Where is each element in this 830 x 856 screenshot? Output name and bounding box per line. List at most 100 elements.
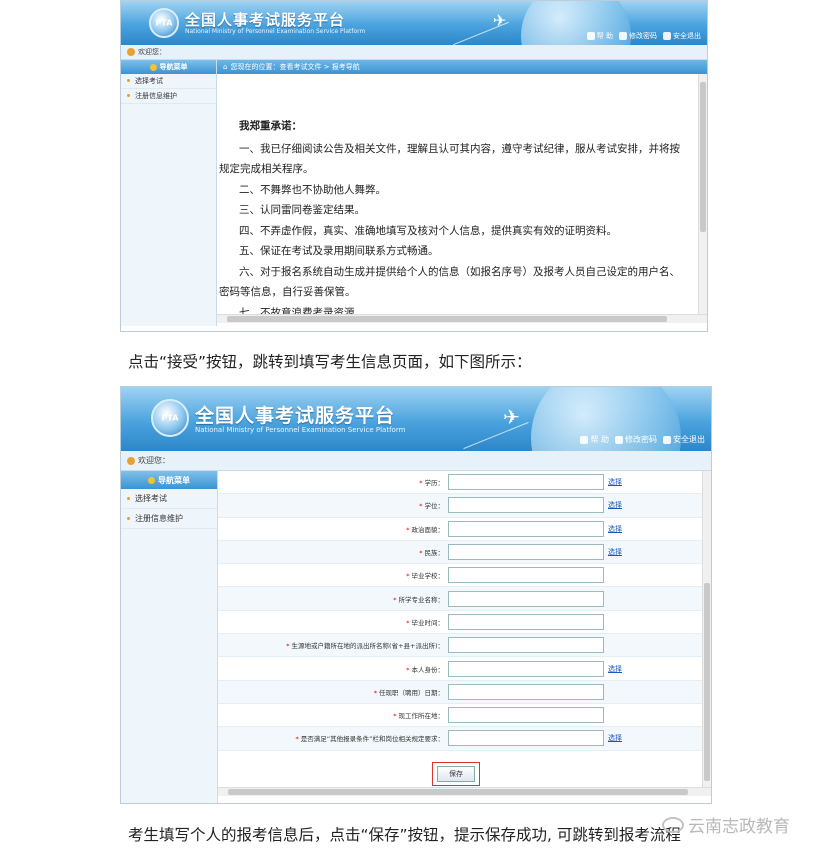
sidebar-item-select-exam[interactable]: 选择考试 xyxy=(121,74,216,89)
form-row: * 本人身份： 选择 xyxy=(218,657,711,681)
site-title: 全国人事考试服务平台 xyxy=(185,11,346,29)
sidebar-item-select-exam[interactable]: 选择考试 xyxy=(121,489,217,509)
site-subtitle: National Ministry of Personnel Examinati… xyxy=(195,426,406,434)
field-input[interactable] xyxy=(448,544,604,561)
select-link[interactable]: 选择 xyxy=(608,664,622,674)
field-input[interactable] xyxy=(448,637,604,654)
home-icon: ⌂ xyxy=(223,63,228,71)
caption-step: 考生填写个人的报考信息后，点击“保存”按钮，提示保存成功, 可跳转到报考流程 xyxy=(128,826,681,844)
required-mark: * xyxy=(286,642,290,651)
help-link[interactable]: 帮 助 xyxy=(586,31,613,41)
select-link[interactable]: 选择 xyxy=(608,547,622,557)
required-mark: * xyxy=(393,712,397,721)
field-label: * 是否满足“其他报录条件”栏和岗位相关规定要求： xyxy=(295,735,445,744)
field-label: * 所学专业名称： xyxy=(393,595,444,604)
required-mark: * xyxy=(406,525,410,534)
required-mark: * xyxy=(406,572,410,581)
user-icon xyxy=(127,456,135,465)
select-link[interactable]: 选择 xyxy=(608,477,622,487)
pledge-paragraph: 一、我已仔细阅读公告及相关文件，理解且认可其内容，遵守考试纪律，服从考试安排，并… xyxy=(219,142,680,176)
airplane-icon: ✈ xyxy=(503,405,520,429)
pledge-document: 我郑重承诺： 一、我已仔细阅读公告及相关文件，理解且认可其内容，遵守考试纪律，服… xyxy=(217,74,707,314)
sidebar-item-registration-info[interactable]: 注册信息维护 xyxy=(121,89,216,104)
field-input[interactable] xyxy=(448,520,604,537)
horizontal-scrollbar[interactable] xyxy=(217,314,707,323)
logout-link[interactable]: 安全退出 xyxy=(663,434,705,445)
pledge-paragraph: 二、不舞弊也不协助他人舞弊。 xyxy=(239,183,386,196)
top-nav: 帮 助 修改密码 安全退出 xyxy=(580,434,705,445)
top-nav: 帮 助 修改密码 安全退出 xyxy=(586,31,701,41)
vertical-scrollbar[interactable] xyxy=(698,74,707,314)
screenshot-candidate-form: ✈ PTA 全国人事考试服务平台 National Ministry of Pe… xyxy=(120,386,712,804)
field-label: * 毕业时间： xyxy=(406,618,444,627)
required-mark: * xyxy=(406,665,410,674)
vertical-scrollbar[interactable] xyxy=(702,471,711,787)
site-title: 全国人事考试服务平台 xyxy=(195,405,396,427)
airplane-icon: ✈ xyxy=(493,11,507,30)
field-label: * 学历： xyxy=(419,479,444,488)
required-mark: * xyxy=(373,688,377,697)
field-label: * 学位： xyxy=(419,502,444,511)
field-input[interactable] xyxy=(448,590,604,607)
form-row: * 生源地或户籍所在地的派出所名称(省+县+派出所)： xyxy=(218,634,711,658)
help-link[interactable]: 帮 助 xyxy=(580,434,609,445)
form-row: * 政治面貌： 选择 xyxy=(218,518,711,541)
form-row: * 毕业学校： xyxy=(218,564,711,588)
candidate-info-form: * 学历： 选择 * 学位： 选择 * 政治面貌： 选择 * 民族： 选择 * 毕业学校： * 所学专业名称：… xyxy=(218,471,711,787)
required-mark: * xyxy=(295,735,299,744)
star-icon xyxy=(149,63,157,71)
logout-link[interactable]: 安全退出 xyxy=(663,31,701,41)
sidebar: 导航菜单 选择考试 注册信息维护 xyxy=(121,471,218,803)
field-input[interactable] xyxy=(448,660,604,677)
star-icon xyxy=(148,476,155,484)
field-input[interactable] xyxy=(448,567,604,584)
change-password-link[interactable]: 修改密码 xyxy=(615,434,657,445)
pledge-paragraph: 五、保证在考试及录用期间联系方式畅通。 xyxy=(239,245,439,257)
form-row: * 学位： 选择 xyxy=(218,494,711,518)
form-row: * 毕业时间： xyxy=(218,611,711,635)
pta-logo: PTA xyxy=(149,8,179,38)
field-label: * 生源地或户籍所在地的派出所名称(省+县+派出所)： xyxy=(286,642,444,651)
sidebar: 导航菜单 选择考试 注册信息维护 xyxy=(121,60,217,326)
field-input[interactable] xyxy=(448,683,604,700)
required-mark: * xyxy=(419,549,423,558)
key-icon xyxy=(615,435,623,444)
field-label: * 任现职（聘用）日期： xyxy=(373,688,444,697)
user-icon xyxy=(127,48,135,56)
horizontal-scrollbar[interactable] xyxy=(218,787,711,796)
field-label: * 民族： xyxy=(419,549,444,558)
help-icon xyxy=(586,32,595,40)
field-label: * 毕业学校： xyxy=(406,572,444,581)
sidebar-item-registration-info[interactable]: 注册信息维护 xyxy=(121,509,217,529)
select-link[interactable]: 选择 xyxy=(608,524,622,534)
select-link[interactable]: 选择 xyxy=(608,500,622,510)
logout-icon xyxy=(663,32,671,40)
field-input[interactable] xyxy=(448,497,604,514)
site-banner: ✈ PTA 全国人事考试服务平台 National Ministry of Pe… xyxy=(121,387,711,451)
sidebar-header: 导航菜单 xyxy=(121,60,216,74)
field-input[interactable] xyxy=(448,730,604,747)
breadcrumb: ⌂ 您现在的位置：查看考试文件 > 报考导航 xyxy=(217,60,707,74)
save-button-highlight: 保存 xyxy=(432,762,480,786)
required-mark: * xyxy=(406,618,410,627)
field-input[interactable] xyxy=(448,707,604,724)
save-button[interactable]: 保存 xyxy=(437,766,475,782)
select-link[interactable]: 选择 xyxy=(608,733,622,743)
caption-step: 点击“接受”按钮，跳转到填写考生信息页面，如下图所示： xyxy=(128,353,532,371)
required-mark: * xyxy=(419,479,423,488)
content-pane: * 学历： 选择 * 学位： 选择 * 政治面貌： 选择 * 民族： 选择 * 毕业学校： * 所学专业名称：… xyxy=(218,471,711,803)
form-row: * 学历： 选择 xyxy=(218,471,711,495)
change-password-link[interactable]: 修改密码 xyxy=(619,31,657,41)
field-input[interactable] xyxy=(448,613,604,630)
pta-logo: PTA xyxy=(151,399,189,437)
field-input[interactable] xyxy=(448,474,604,491)
screenshot-pledge: ✈ PTA 全国人事考试服务平台 National Ministry of Pe… xyxy=(120,0,708,332)
content-pane: ⌂ 您现在的位置：查看考试文件 > 报考导航 我郑重承诺： 一、我已仔细阅读公告及… xyxy=(217,60,707,326)
pledge-paragraph: 四、不弄虚作假，真实、准确地填写及核对个人信息，提供真实有效的证明资料。 xyxy=(239,224,617,237)
wechat-icon xyxy=(662,816,684,833)
watermark: 云南志政教育 xyxy=(662,812,790,837)
required-mark: * xyxy=(419,502,423,511)
logout-icon xyxy=(663,435,671,444)
form-row: * 现工作所在地： xyxy=(218,704,711,728)
site-subtitle: National Ministry of Personnel Examinati… xyxy=(185,28,366,35)
